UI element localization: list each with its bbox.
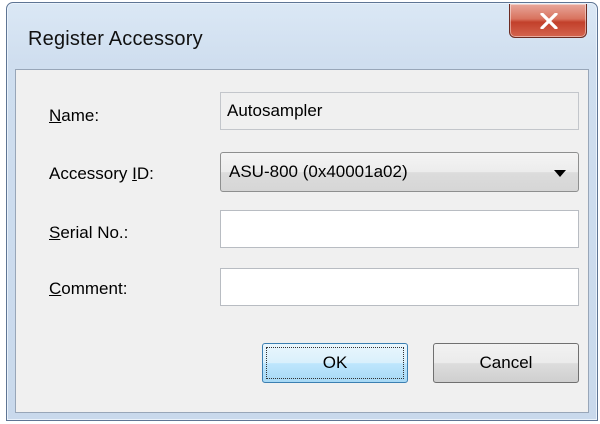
ok-button[interactable]: OK xyxy=(262,343,408,383)
comment-label: Comment: xyxy=(49,279,128,298)
serial-no-label: Serial No.: xyxy=(49,223,129,242)
title-bar[interactable]: Register Accessory xyxy=(7,3,597,73)
accessory-id-label: Accessory ID: xyxy=(49,164,154,183)
accessory-id-selected-value: ASU-800 (0x40001a02) xyxy=(229,162,408,181)
dialog-body: Name: Autosampler Accessory ID: ASU-800 … xyxy=(15,69,589,413)
comment-field[interactable] xyxy=(220,268,579,306)
name-label: Name: xyxy=(49,106,100,125)
chevron-down-icon[interactable] xyxy=(554,170,566,177)
accessory-id-select[interactable]: ASU-800 (0x40001a02) xyxy=(220,152,579,192)
cancel-button[interactable]: Cancel xyxy=(433,343,579,383)
close-icon xyxy=(540,13,558,29)
serial-no-field[interactable] xyxy=(220,210,579,248)
name-field: Autosampler xyxy=(220,92,579,130)
dialog-title: Register Accessory xyxy=(28,28,203,50)
register-accessory-dialog: Register Accessory Name: Autosampler Acc… xyxy=(6,2,598,421)
close-button[interactable] xyxy=(509,4,587,38)
name-value: Autosampler xyxy=(227,101,323,120)
